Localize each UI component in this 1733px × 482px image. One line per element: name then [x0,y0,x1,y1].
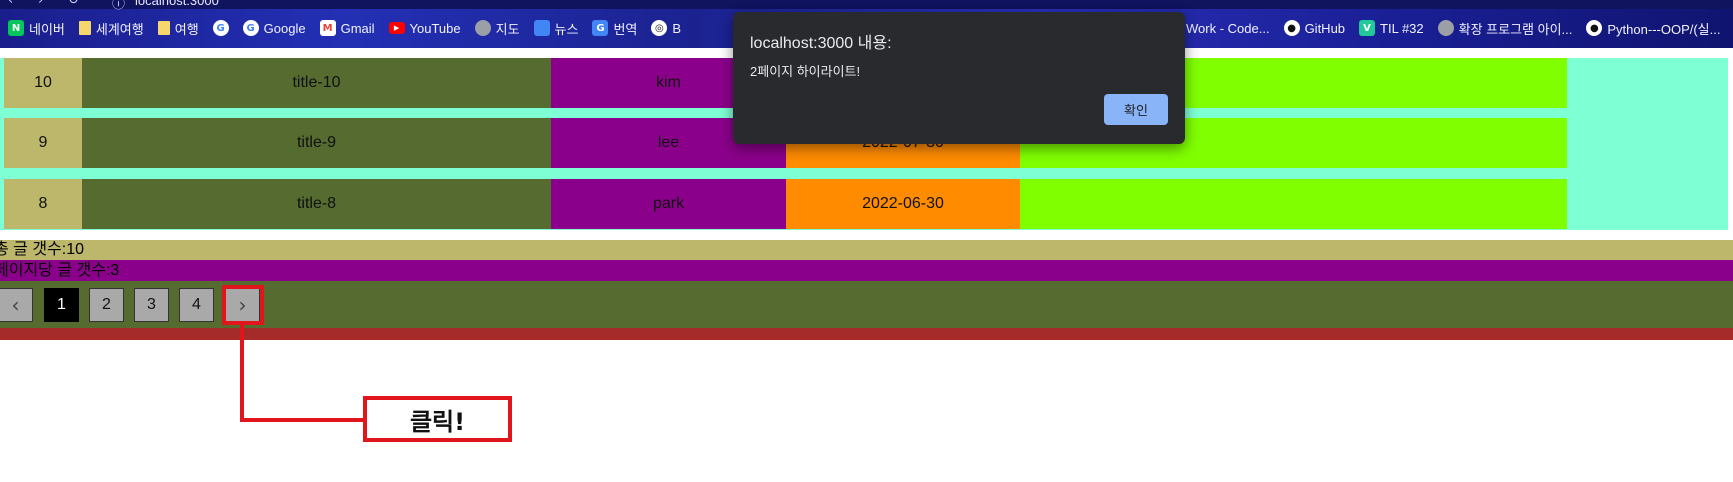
bookmark-folder-world-travel[interactable]: 세계여행 [78,19,144,38]
forward-icon[interactable]: › [38,0,43,8]
bookmarks-bar-right: Work - Code... ● GitHub V TIL #32 확장 프로그… [1186,16,1733,40]
total-count-row: 총 글 갯수:10 [0,240,1733,260]
dialog-title: localhost:3000 내용: [750,35,892,52]
github-icon: ● [1283,20,1300,36]
dialog-message: 2페이지 하이라이트! [750,64,861,79]
velog-icon: V [1359,20,1376,36]
globe-icon [474,20,491,36]
bookmark-label: GitHub [1304,20,1346,36]
bookmark-python-oop[interactable]: ● Python---OOP/(실... [1586,19,1720,38]
gmail-icon: M [319,20,336,36]
folder-icon [157,21,170,35]
callout-label: 클릭! [363,396,512,442]
bookmark-label: 세계여행 [95,21,144,37]
translate-icon: G [592,20,609,36]
bookmark-extension[interactable]: 확장 프로그램 아이... [1437,19,1573,38]
post-number: 10 [4,58,82,108]
table-row[interactable]: 8 title-8 park 2022-06-30 [4,179,1567,229]
bookmark-label: 번역 [613,21,638,37]
bookmark-translate[interactable]: G 번역 [592,19,637,38]
per-page-text: 페이지당 글 갯수:3 [0,262,120,279]
page-button-4[interactable]: 4 [179,288,214,322]
post-title[interactable]: title-8 [82,179,551,229]
youtube-icon: ▶ [388,22,405,34]
footer-bar [0,328,1733,340]
ok-button[interactable]: 확인 [1104,94,1168,125]
naver-icon: N [8,20,24,36]
page-button-3[interactable]: 3 [134,288,169,322]
bookmark-label: YouTube [409,20,461,36]
bookmark-label: 뉴스 [554,21,579,37]
bookmark-label: TIL #32 [1380,20,1424,36]
post-number: 8 [4,179,82,229]
back-icon[interactable]: ‹ [8,0,13,8]
bookmark-label: Google [263,20,306,36]
bookmark-gmail[interactable]: M Gmail [319,20,375,36]
callout-line [240,418,366,422]
bookmark-github[interactable]: ● GitHub [1283,20,1346,36]
post-title[interactable]: title-10 [82,58,551,108]
google-icon: G [242,20,259,36]
post-number: 9 [4,118,82,168]
bookmark-youtube[interactable]: ▶ YouTube [388,20,461,36]
bookmark-label: 확장 프로그램 아이... [1458,21,1573,37]
callout-line [240,325,244,422]
github-icon: ● [1586,20,1603,36]
page-button-2[interactable]: 2 [89,288,124,322]
bookmark-folder-travel[interactable]: 여행 [157,19,199,38]
address-bar-url[interactable]: localhost:3000 [135,0,219,8]
highlight-box [222,285,264,325]
post-title[interactable]: title-9 [82,118,551,168]
bookmark-label: 지도 [495,21,520,37]
news-icon [533,20,550,36]
bookmark-label: Gmail [340,20,375,36]
bookmark-work-code[interactable]: Work - Code... [1186,21,1270,36]
bookmark-b[interactable]: ◎ B [651,20,681,36]
alert-dialog: localhost:3000 내용: 2페이지 하이라이트! 확인 [733,12,1185,144]
page-button-1[interactable]: 1 [44,288,79,322]
bookmark-label: 여행 [174,21,199,37]
site-info-icon[interactable]: ⓘ [112,0,125,12]
google-icon: G [212,20,229,36]
bookmark-label: Python---OOP/(실... [1607,21,1721,37]
bookmark-label: B [672,20,682,36]
chevron-left-icon: ‹ [11,293,20,317]
bookmark-google[interactable]: G Google [242,20,306,36]
bookmark-label: Work - Code... [1186,20,1270,36]
address-bar-strip [0,0,1733,9]
total-count-text: 총 글 갯수:10 [0,241,85,258]
bookmark-naver[interactable]: N 네이버 [8,19,65,38]
bookmark-news[interactable]: 뉴스 [533,19,579,38]
post-writer: park [551,179,786,229]
bookmark-google-short[interactable]: G [212,20,229,36]
post-date: 2022-06-30 [786,179,1020,229]
folder-icon [78,21,91,35]
bookmark-label: 네이버 [29,21,65,37]
bookmark-til[interactable]: V TIL #32 [1359,20,1424,36]
openai-icon: ◎ [651,20,668,36]
prev-page-button[interactable]: ‹ [0,288,33,322]
bookmark-maps[interactable]: 지도 [474,19,520,38]
globe-icon [1437,20,1454,36]
post-extra [1020,179,1567,229]
per-page-row: 페이지당 글 갯수:3 [0,260,1733,281]
reload-icon[interactable]: ↻ [68,0,79,8]
